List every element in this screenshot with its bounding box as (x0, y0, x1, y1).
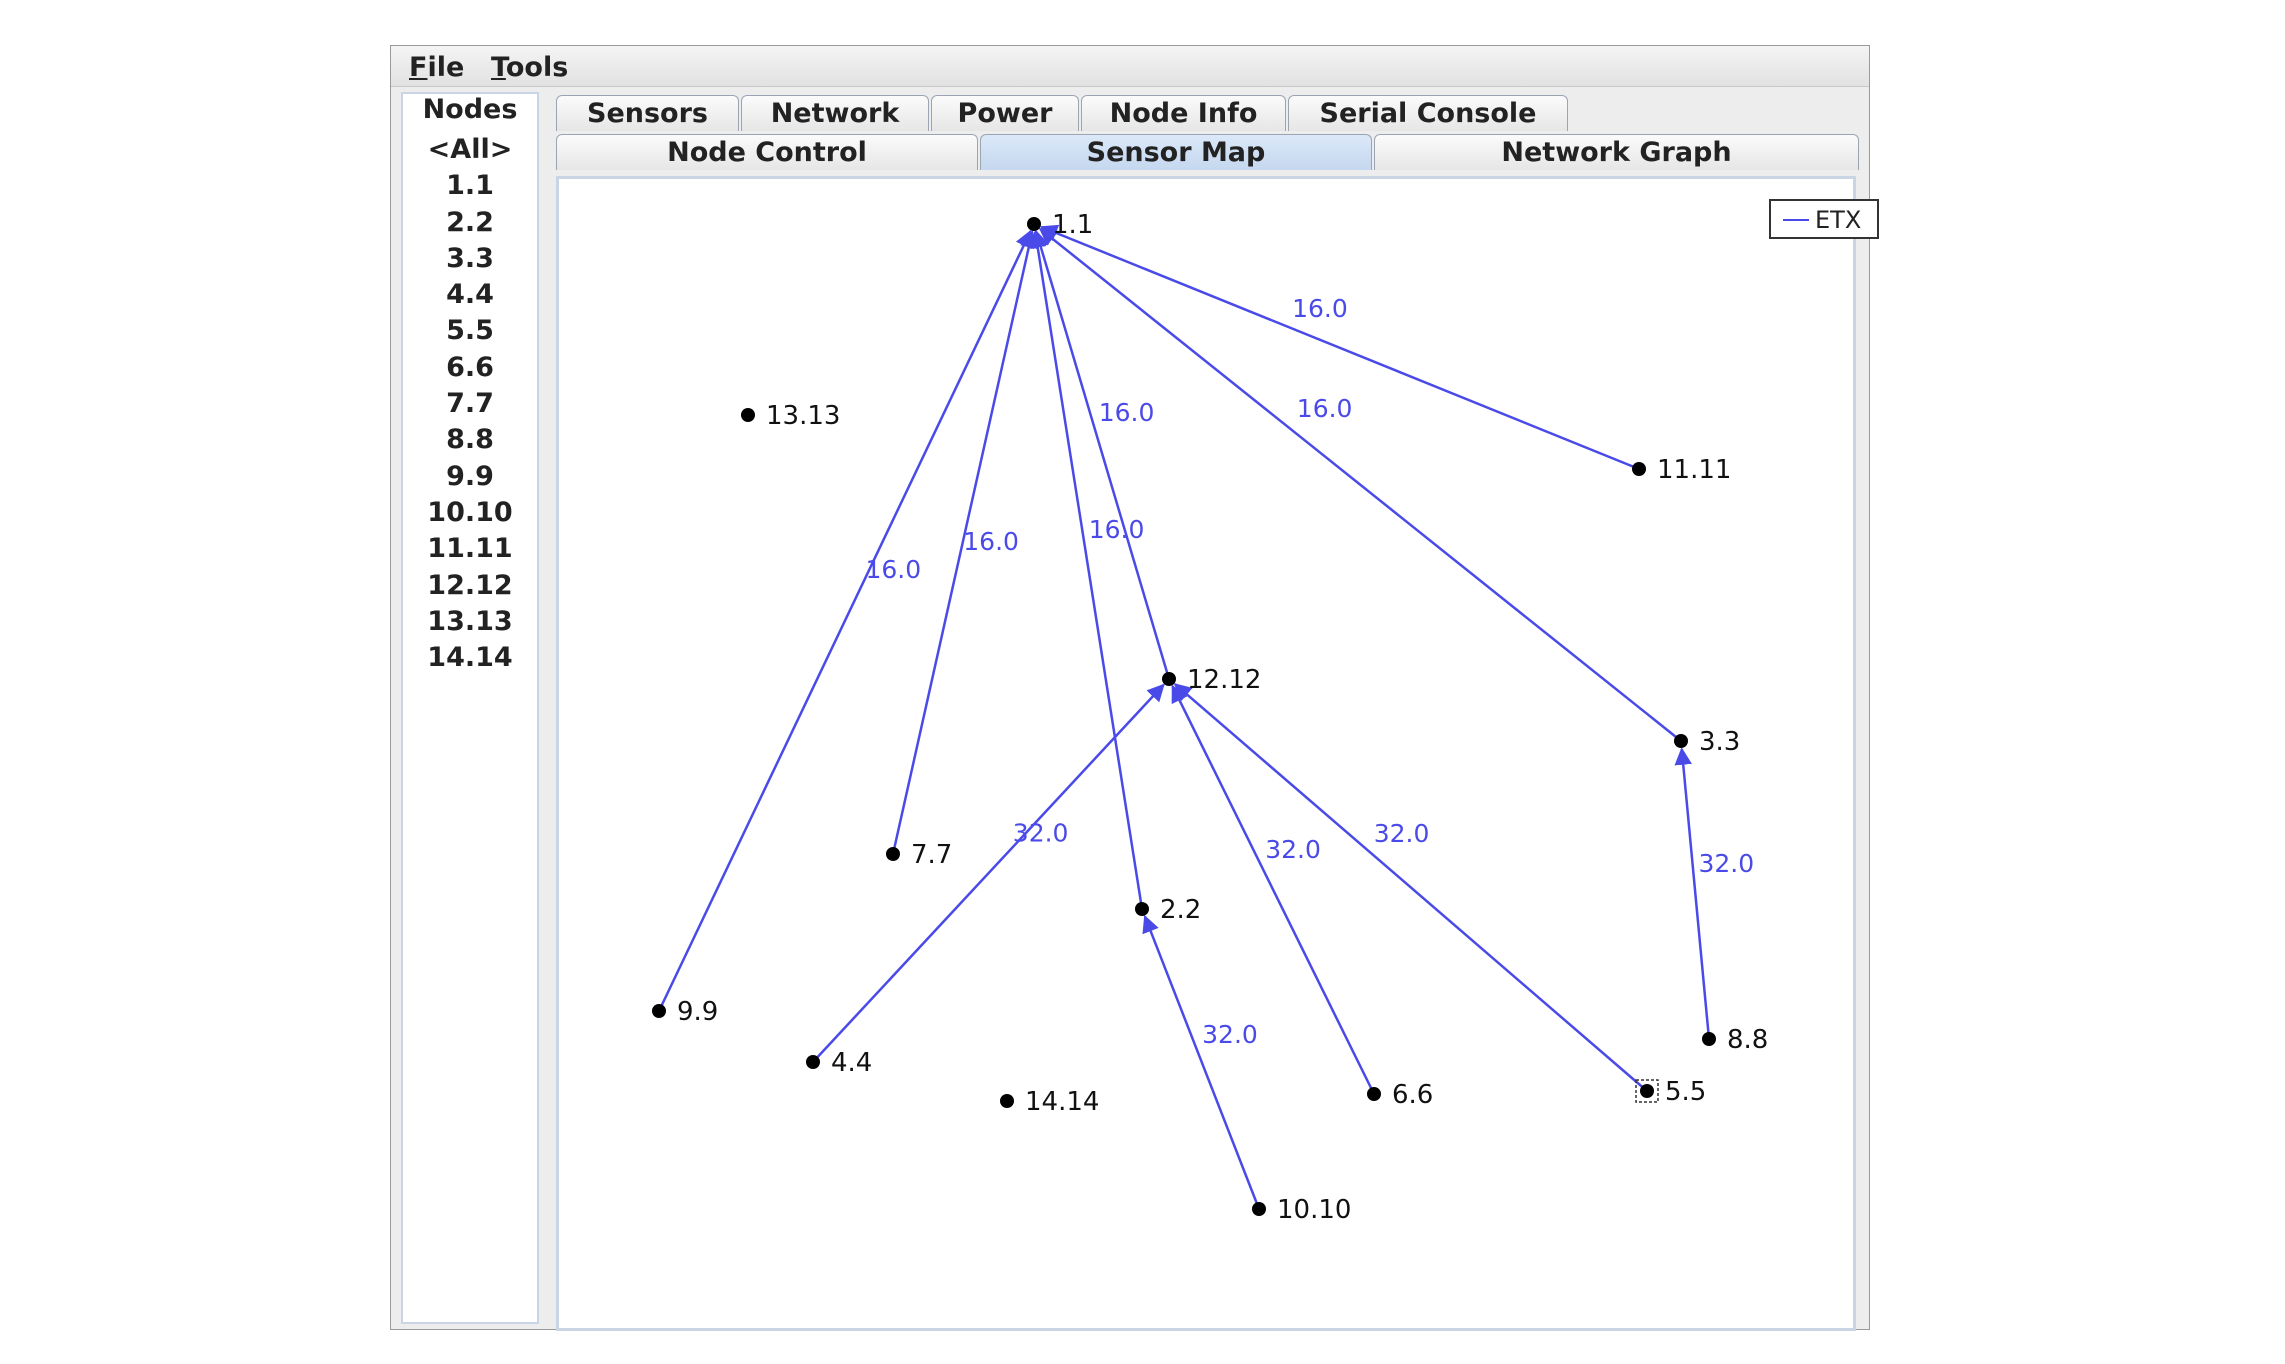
node-list-item[interactable]: 14.14 (403, 640, 537, 676)
edge-label: 32.0 (1202, 1020, 1258, 1049)
edge-4.4-to-12.12 (812, 683, 1165, 1063)
tab-sensors[interactable]: Sensors (556, 95, 739, 131)
node-dot[interactable] (1252, 1202, 1266, 1216)
node-label: 12.12 (1187, 665, 1261, 695)
node-dot[interactable] (741, 408, 755, 422)
edge-label: 16.0 (1297, 394, 1353, 423)
edge-label: 32.0 (1265, 835, 1321, 864)
node-label: 1.1 (1052, 210, 1093, 240)
node-list-item[interactable]: 7.7 (403, 386, 537, 422)
graph-node-11.11[interactable]: 11.11 (1632, 455, 1731, 485)
menu-bar: File Tools (391, 46, 1869, 87)
node-label: 6.6 (1392, 1080, 1433, 1110)
node-dot[interactable] (1135, 902, 1149, 916)
graph-node-8.8[interactable]: 8.8 (1702, 1025, 1768, 1055)
tab-node-info[interactable]: Node Info (1081, 95, 1286, 131)
node-dot[interactable] (886, 847, 900, 861)
menu-tools[interactable]: Tools (491, 52, 568, 83)
legend-label: ETX (1815, 206, 1862, 234)
edge-9.9-to-1.1 (657, 229, 1032, 1012)
edge-label: 32.0 (1374, 819, 1430, 848)
edge-label: 32.0 (1698, 849, 1754, 878)
node-label: 5.5 (1665, 1077, 1706, 1107)
tab-network[interactable]: Network (741, 95, 929, 131)
node-dot[interactable] (1674, 734, 1688, 748)
node-label: 7.7 (911, 840, 952, 870)
edge-label: 16.0 (1089, 515, 1145, 544)
node-dot[interactable] (652, 1004, 666, 1018)
sensor-map-panel: 16.0 16.0 16.0 16.0 16.0 16.0 32.0 32.0 32.0 32.0… (556, 176, 1879, 1331)
node-dot[interactable] (1702, 1032, 1716, 1046)
node-dot[interactable] (806, 1055, 820, 1069)
tab-row-bottom: Node Control Sensor Map Network Graph (556, 134, 1859, 170)
tab-row-top: Sensors Network Power Node Info Serial C… (556, 95, 1857, 131)
node-list-item[interactable]: 6.6 (403, 350, 537, 386)
tab-node-control[interactable]: Node Control (556, 134, 978, 170)
node-label: 11.11 (1657, 455, 1731, 485)
node-list-item[interactable]: 5.5 (403, 313, 537, 349)
node-label: 2.2 (1160, 895, 1201, 925)
tab-network-graph[interactable]: Network Graph (1374, 134, 1859, 170)
graph-node-3.3[interactable]: 3.3 (1674, 727, 1740, 757)
node-label: 8.8 (1727, 1025, 1768, 1055)
node-list-item[interactable]: 13.13 (403, 604, 537, 640)
edge-10.10-to-2.2 (1142, 914, 1261, 1210)
node-list-item[interactable]: 2.2 (403, 205, 537, 241)
edge-label: 16.0 (866, 555, 922, 584)
node-list-item[interactable]: 12.12 (403, 568, 537, 604)
node-label: 10.10 (1277, 1195, 1351, 1225)
edge-label: 16.0 (963, 527, 1019, 556)
graph-node-4.4[interactable]: 4.4 (806, 1048, 872, 1078)
edge-11.11-to-1.1 (1039, 224, 1640, 471)
graph-node-9.9[interactable]: 9.9 (652, 997, 718, 1027)
tab-serial-console[interactable]: Serial Console (1288, 95, 1568, 131)
node-dot[interactable] (1632, 462, 1646, 476)
graph-node-5.5[interactable]: 5.5 (1635, 1077, 1706, 1107)
node-dot[interactable] (1162, 672, 1176, 686)
menu-file[interactable]: File (409, 52, 464, 83)
graph-node-2.2[interactable]: 2.2 (1135, 895, 1201, 925)
legend: ETX (1769, 199, 1879, 239)
edge-12.12-to-1.1 (1032, 229, 1171, 680)
node-label: 4.4 (831, 1048, 872, 1078)
node-list-item[interactable]: 9.9 (403, 459, 537, 495)
edge-label: 16.0 (1292, 294, 1348, 323)
node-list-item[interactable]: 8.8 (403, 422, 537, 458)
node-list-item[interactable]: 1.1 (403, 168, 537, 204)
edge-3.3-to-1.1 (1038, 227, 1682, 742)
node-list-item[interactable]: 11.11 (403, 531, 537, 567)
graph-node-12.12[interactable]: 12.12 (1162, 665, 1261, 695)
edges-layer: 16.0 16.0 16.0 16.0 16.0 16.0 32.0 32.0 32.0 32.0… (657, 224, 1754, 1210)
node-list: <All> 1.1 2.2 3.3 4.4 5.5 6.6 7.7 8.8 9.… (403, 132, 537, 676)
node-label: 13.13 (766, 401, 840, 431)
tab-sensor-map[interactable]: Sensor Map (980, 134, 1372, 170)
nodes-panel: Nodes <All> 1.1 2.2 3.3 4.4 5.5 6.6 7.7 … (401, 92, 539, 1324)
graph-node-13.13[interactable]: 13.13 (741, 401, 840, 431)
graph-node-14.14[interactable]: 14.14 (1000, 1087, 1099, 1117)
node-dot[interactable] (1027, 217, 1041, 231)
node-dot[interactable] (1367, 1087, 1381, 1101)
node-list-item[interactable]: 4.4 (403, 277, 537, 313)
edge-label: 32.0 (1013, 818, 1069, 847)
node-list-item[interactable]: 3.3 (403, 241, 537, 277)
node-dot[interactable] (1000, 1094, 1014, 1108)
node-list-item[interactable]: 10.10 (403, 495, 537, 531)
node-label: 3.3 (1699, 727, 1740, 757)
edge-8.8-to-3.3 (1674, 747, 1711, 1040)
app-window: File Tools Nodes <All> 1.1 2.2 3.3 4.4 5… (390, 45, 1879, 1331)
nodes-panel-title: Nodes (422, 94, 518, 125)
node-label: 14.14 (1025, 1087, 1099, 1117)
legend-swatch (1783, 219, 1809, 221)
node-label: 9.9 (677, 997, 718, 1027)
graph-node-10.10[interactable]: 10.10 (1252, 1195, 1351, 1225)
network-graph: 16.0 16.0 16.0 16.0 16.0 16.0 32.0 32.0 32.0 32.0… (652, 210, 1768, 1225)
graph-node-6.6[interactable]: 6.6 (1367, 1080, 1433, 1110)
node-dot[interactable] (1640, 1084, 1654, 1098)
edge-label: 16.0 (1099, 398, 1155, 427)
tab-power[interactable]: Power (931, 95, 1079, 131)
node-list-item-all[interactable]: <All> (403, 132, 537, 168)
nodes-layer: 1.1 13.13 11.11 12.12 3.3 7.7 2.2 8.8 9.9 4.4 14.1… (652, 210, 1768, 1225)
